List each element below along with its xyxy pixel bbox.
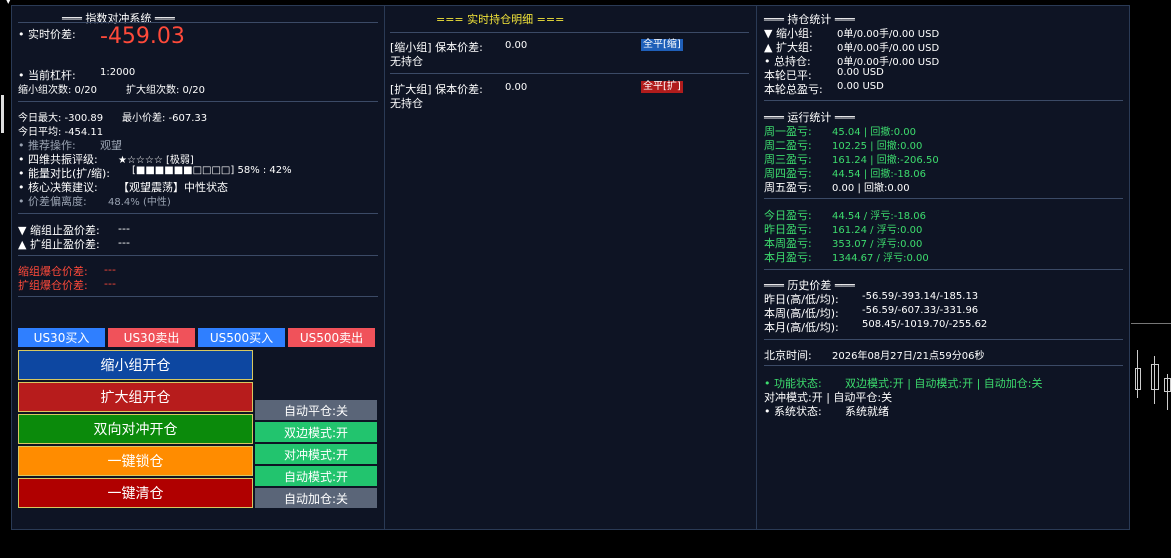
stat-value: 0单/0.00手/0.00 USD [837, 29, 940, 40]
expand-breakeven-value: 0.00 [505, 82, 528, 93]
time-value: 2026年08月27日/21点59分06秒 [832, 351, 985, 362]
stat-value: -56.59/-607.33/-331.96 [862, 305, 979, 316]
stat-value: 353.07 / 浮亏:0.00 [832, 239, 923, 250]
candle [1135, 368, 1141, 390]
liq-expand-label: 扩组爆仓价差: [18, 279, 88, 292]
stat-value: -56.59/-393.14/-185.13 [862, 291, 979, 302]
stat-label: 本月(高/低/均): [764, 321, 839, 334]
expand-close-all-button[interactable]: 全平[扩] [641, 81, 683, 93]
stat-value: 508.45/-1019.70/-255.62 [862, 319, 988, 330]
divider [18, 213, 378, 214]
candle [1151, 364, 1159, 390]
liq-expand-value: --- [104, 277, 116, 290]
divider [390, 32, 749, 33]
stat-value: 161.24 / 浮亏:0.00 [832, 225, 923, 236]
expand-open-button[interactable]: 扩大组开仓 [18, 382, 253, 412]
auto-close-toggle[interactable]: 自动平仓:关 [255, 400, 377, 420]
lock-button[interactable]: 一键锁仓 [18, 446, 253, 476]
divider [390, 73, 749, 74]
divider-left [384, 6, 385, 529]
hedge-open-button[interactable]: 双向对冲开仓 [18, 414, 253, 444]
stat-value: 1344.67 / 浮亏:0.00 [832, 253, 929, 264]
shrink-open-button[interactable]: 缩小组开仓 [18, 350, 253, 380]
left-edge-line [1, 95, 4, 133]
stat-value: 0.00 USD [837, 67, 884, 78]
tp-expand-value: --- [118, 236, 130, 249]
dual-mode-toggle[interactable]: 双边模式:开 [255, 422, 377, 442]
us30-sell-button[interactable]: US30卖出 [108, 328, 195, 347]
divider [18, 296, 378, 297]
stat-value: 102.25 | 回撤:0.00 [832, 141, 923, 152]
stat-value: 45.04 | 回撤:0.00 [832, 127, 916, 138]
time-label: 北京时间: [764, 349, 812, 362]
stat-label: 周五盈亏: [764, 181, 812, 194]
today-max: 今日最大: -300.89 [18, 113, 104, 124]
us500-buy-button[interactable]: US500买入 [198, 328, 285, 347]
tp-expand-label: ▲ 扩组止盈价差: [18, 238, 100, 251]
tp-shrink-value: --- [118, 222, 130, 235]
stat-value: 161.24 | 回撤:-206.50 [832, 155, 939, 166]
divider-right [756, 6, 757, 529]
stat-value: 0单/0.00手/0.00 USD [837, 57, 940, 68]
chevron-down-icon[interactable]: ▾ [6, 0, 11, 7]
sys-status-label: • 系统状态: [764, 405, 822, 418]
divider [764, 365, 1123, 366]
deviation-label: • 价差偏离度: [18, 195, 87, 208]
divider [18, 22, 378, 23]
expand-count: 扩大组次数: 0/20 [126, 85, 206, 96]
divider [764, 339, 1123, 340]
stat-value: 0.00 | 回撤:0.00 [832, 183, 910, 194]
shrink-close-all-button[interactable]: 全平[缩] [641, 39, 683, 51]
candle [1164, 378, 1171, 392]
us30-buy-button[interactable]: US30买入 [18, 328, 105, 347]
realtime-value: -459.03 [100, 24, 185, 49]
liq-shrink-value: --- [104, 263, 116, 276]
divider [764, 198, 1123, 199]
energy-value: [■■■■■■□□□□] 58% : 42% [132, 165, 292, 176]
hedge-mode-toggle[interactable]: 对冲模式:开 [255, 444, 377, 464]
stat-value: 44.54 / 浮亏:-18.06 [832, 211, 926, 222]
stat-label: 本月盈亏: [764, 251, 812, 264]
shrink-status: 无持仓 [390, 55, 423, 68]
chart-line [1131, 323, 1171, 324]
divider [18, 255, 378, 256]
divider [764, 269, 1123, 270]
position-detail-title: === 实时持仓明细 === [436, 13, 565, 26]
sys-status-value: 系统就绪 [845, 405, 889, 418]
realtime-label: • 实时价差: [18, 28, 76, 41]
divider [18, 101, 378, 102]
today-avg: 今日平均: -454.11 [18, 127, 104, 138]
stat-label: 本轮总盈亏: [764, 83, 823, 96]
rating-value: ★☆☆☆☆ [极弱] [118, 155, 194, 166]
stat-value: 0.00 USD [837, 81, 884, 92]
stat-value: 0单/0.00手/0.00 USD [837, 43, 940, 54]
expand-status: 无持仓 [390, 97, 423, 110]
auto-mode-toggle[interactable]: 自动模式:开 [255, 466, 377, 486]
shrink-count: 缩小组次数: 0/20 [18, 85, 98, 96]
auto-add-toggle[interactable]: 自动加仓:关 [255, 488, 377, 508]
stat-value: 44.54 | 回撤:-18.06 [832, 169, 926, 180]
deviation-value: 48.4% (中性) [108, 197, 171, 208]
clear-button[interactable]: 一键清仓 [18, 478, 253, 508]
divider [764, 100, 1123, 101]
min-diff: 最小价差: -607.33 [122, 113, 208, 124]
leverage-value: 1:2000 [100, 67, 136, 78]
us500-sell-button[interactable]: US500卖出 [288, 328, 375, 347]
shrink-breakeven-value: 0.00 [505, 40, 528, 51]
chart-area [1131, 0, 1171, 558]
